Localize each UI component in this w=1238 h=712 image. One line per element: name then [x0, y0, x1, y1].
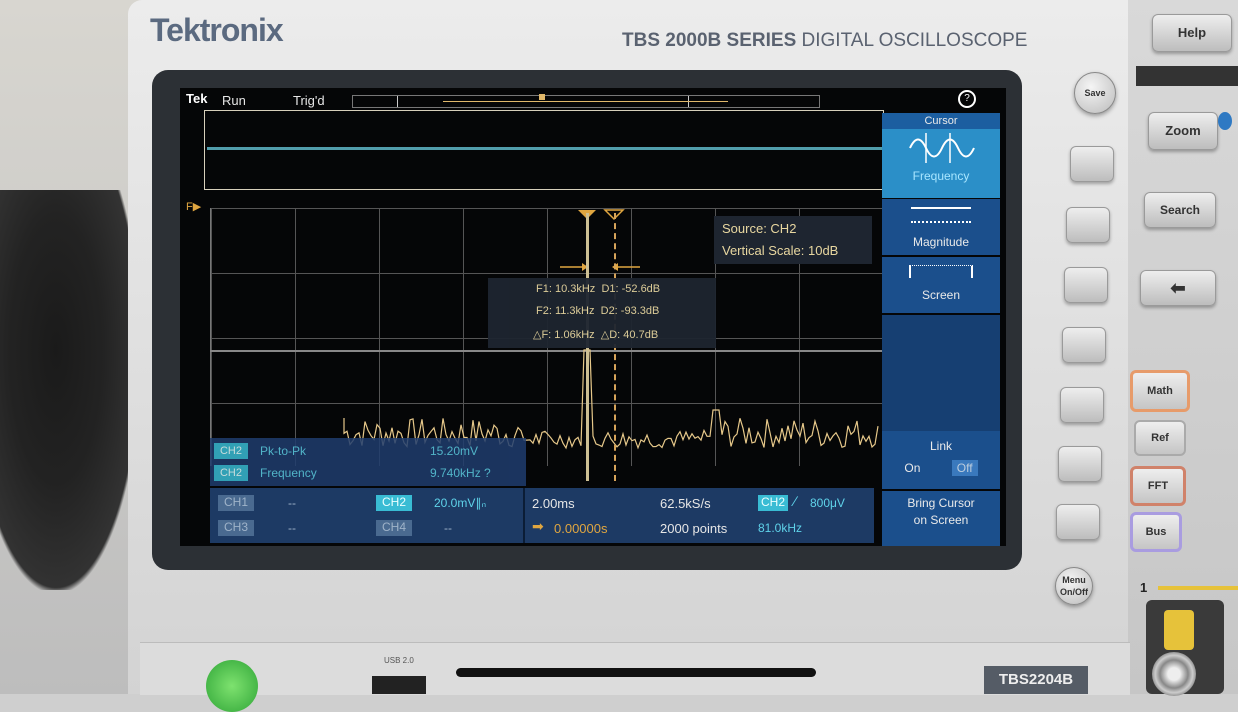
d1-value: D1: -52.6dB	[601, 283, 661, 295]
sample-rate: 62.5kS/s	[660, 496, 711, 511]
link-off-option[interactable]: Off	[951, 460, 978, 476]
meas2-value: 9.740kHz ?	[430, 466, 491, 480]
frequency-label: Frequency	[912, 169, 970, 183]
magnitude-label: Magnitude	[912, 235, 970, 249]
ch3-badge[interactable]: CH3	[218, 520, 254, 536]
meas2-name: Frequency	[260, 466, 317, 480]
usb-label: USB 2.0	[384, 656, 414, 665]
channel-1-label: 1	[1140, 580, 1148, 595]
help-button[interactable]: Help	[1152, 14, 1232, 52]
screen-cursor-icon	[909, 265, 973, 278]
delta-f-value: △F: 1.06kHz	[533, 329, 595, 341]
zoom-indicator-icon	[1218, 112, 1232, 130]
status-divider	[523, 488, 525, 543]
meas1-value: 15.20mV	[430, 444, 479, 458]
position-arrow-icon: ➡	[532, 518, 544, 534]
delta-d-value: △D: 40.7dB	[600, 329, 659, 341]
measurement-panel: CH2 Pk-to-Pk 15.20mV CH2 Frequency 9.740…	[210, 438, 526, 486]
trigger-frequency: 81.0kHz	[758, 521, 803, 535]
back-arrow-button[interactable]: ⬅	[1140, 270, 1216, 306]
vertical-scale-label: Vertical Scale: 10dB	[722, 243, 839, 258]
math-button[interactable]: Math	[1130, 370, 1190, 412]
bezel-button-6[interactable]	[1058, 446, 1102, 482]
bnc-connector-icon	[1152, 652, 1196, 696]
frequency-cursor-icon	[909, 133, 975, 163]
bezel-button-3[interactable]	[1064, 267, 1108, 303]
side-menu-screen[interactable]: Screen	[882, 257, 1000, 313]
ref-button[interactable]: Ref	[1134, 420, 1186, 456]
menu-onoff-button[interactable]: Menu On/Off	[1055, 567, 1093, 605]
search-button[interactable]: Search	[1144, 192, 1216, 228]
rising-edge-icon: ∕	[794, 493, 797, 509]
side-menu-empty	[882, 315, 1000, 435]
side-menu-frequency[interactable]: Cursor Frequency	[882, 113, 1000, 198]
ch2-value: 20.0mV∥ₙ	[434, 496, 487, 510]
ch1-value: --	[288, 496, 296, 510]
ch1-badge[interactable]: CH1	[218, 495, 254, 511]
channel-1-color-bar	[1158, 586, 1238, 590]
ch4-badge[interactable]: CH4	[376, 520, 412, 536]
bezel-button-5[interactable]	[1060, 387, 1104, 423]
series-rest: DIGITAL OSCILLOSCOPE	[801, 30, 1028, 51]
bezel-button-4[interactable]	[1062, 327, 1106, 363]
magnitude-icon	[911, 207, 971, 223]
source-info-box: Source: CH2 Vertical Scale: 10dB	[714, 216, 872, 264]
side-menu-magnitude[interactable]: Magnitude	[882, 199, 1000, 255]
power-button[interactable]	[206, 660, 258, 712]
model-badge: TBS2204B	[984, 666, 1088, 694]
side-menu: Cursor Frequency Magnitude Screen Link O…	[882, 113, 1000, 546]
brand-logo: Tektronix	[150, 12, 284, 48]
scope-display: Tek Run Trig'd ? F▶ Source: CH2 Vertical…	[180, 88, 1006, 546]
meas1-channel: CH2	[214, 443, 248, 459]
ch2-badge[interactable]: CH2	[376, 495, 412, 511]
f2-value: F2: 11.3kHz	[536, 305, 595, 317]
meas2-channel: CH2	[214, 465, 248, 481]
cursor-readout: F1: 10.3kHz D1: -52.6dB F2: 11.3kHz D2: …	[488, 278, 716, 348]
series-label: TBS 2000B SERIES DIGITAL OSCILLOSCOPE	[622, 30, 1027, 52]
trigger-channel-badge[interactable]: CH2	[758, 495, 788, 511]
panel-label-strip	[1136, 66, 1238, 86]
trigger-level: 800μV	[810, 496, 845, 510]
side-menu-bring-cursor[interactable]: Bring Cursor on Screen	[882, 491, 1000, 546]
cables	[0, 190, 140, 590]
zoom-button[interactable]: Zoom	[1148, 112, 1218, 150]
home-indicator	[456, 668, 816, 677]
channel-1-input[interactable]	[1146, 600, 1224, 696]
side-menu-link[interactable]: Link On Off	[882, 431, 1000, 489]
screen-label: Screen	[921, 288, 961, 302]
meas1-name: Pk-to-Pk	[260, 444, 307, 458]
source-label: Source: CH2	[722, 221, 797, 236]
status-bar: CH1 -- CH3 -- CH2 20.0mV∥ₙ CH4 -- 2.00ms…	[210, 488, 874, 543]
bring-cursor-label: Bring Cursor on Screen	[907, 496, 975, 527]
bezel-button-7[interactable]	[1056, 504, 1100, 540]
save-button[interactable]: Save	[1074, 72, 1116, 114]
series-bold: TBS 2000B SERIES	[622, 30, 797, 51]
side-menu-title: Cursor	[882, 113, 1000, 129]
bezel-button-1[interactable]	[1070, 146, 1114, 182]
bnc-label-icon	[1164, 610, 1194, 650]
record-points: 2000 points	[660, 521, 728, 536]
bus-button[interactable]: Bus	[1130, 512, 1182, 552]
timebase-value: 2.00ms	[532, 496, 575, 511]
link-label: Link	[929, 439, 952, 453]
link-on-option[interactable]: On	[904, 461, 920, 475]
ch3-value: --	[288, 521, 296, 535]
f1-value: F1: 10.3kHz	[536, 283, 596, 295]
usb-port[interactable]	[372, 676, 426, 694]
fft-button[interactable]: FFT	[1130, 466, 1186, 506]
bezel-button-2[interactable]	[1066, 207, 1110, 243]
position-value: 0.00000s	[554, 521, 608, 536]
d2-value: D2: -93.3dB	[600, 305, 660, 317]
ch4-value: --	[444, 521, 452, 535]
